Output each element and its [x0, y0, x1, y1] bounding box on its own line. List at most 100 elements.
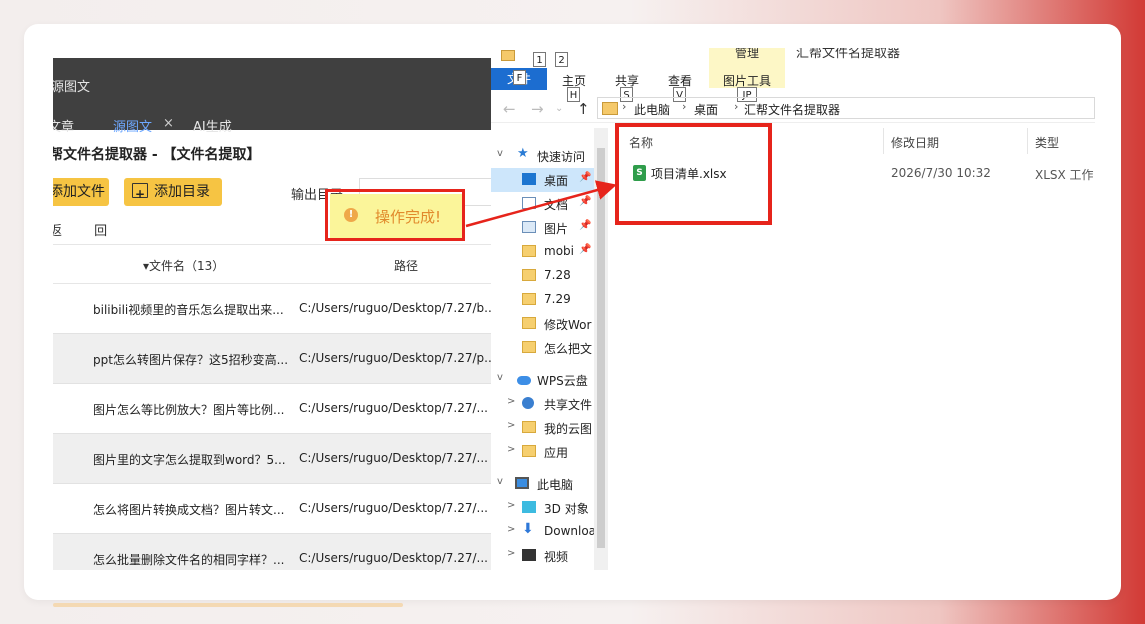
tab-ai-generate[interactable]: AI生成 [193, 116, 232, 135]
window-title: 汇帮文件名提取器 [796, 48, 901, 61]
keytip-f: F [513, 70, 526, 85]
row-path: C:/Users/ruguo/Desktop/7.27/... [299, 451, 488, 465]
chevron-right-icon[interactable]: > [507, 524, 515, 535]
tree-item-3d-objects[interactable]: >3D 对象 [491, 496, 594, 520]
breadcrumb-this-pc[interactable]: 此电脑 [634, 101, 670, 118]
tree-label: mobi [544, 244, 574, 258]
tree-label: 视频 [544, 550, 569, 564]
tree-item-documents[interactable]: 文档 📌 [491, 192, 594, 216]
column-filename[interactable]: ▾文件名（13） [143, 257, 224, 274]
tree-item-mobi[interactable]: mobi 📌 [491, 240, 594, 264]
tree-item-desktop[interactable]: 桌面 📌 [491, 168, 594, 192]
folder-icon [522, 317, 536, 329]
tree-label: WPS云盘 [537, 374, 588, 388]
file-date: 2026/7/30 10:32 [891, 166, 991, 180]
row-filename: ppt怎么转图片保存？这5招秒变高... [93, 353, 289, 367]
success-toast: ! 操作完成! [330, 194, 462, 238]
row-path: C:/Users/ruguo/Desktop/7.27/... [299, 501, 488, 515]
tab-close-icon[interactable]: × [163, 116, 174, 131]
add-file-label: 添加文件 [53, 184, 105, 200]
chevron-right-icon[interactable]: > [507, 444, 515, 455]
column-path[interactable]: 路径 [394, 257, 418, 274]
chevron-right-icon[interactable]: > [507, 420, 515, 431]
tree-item-728[interactable]: 7.28 [491, 264, 594, 288]
up-arrow-icon[interactable]: ↑ [577, 100, 590, 118]
app-top-text: 源图文 [53, 80, 91, 95]
folder-icon [522, 445, 536, 457]
chevron-right-icon[interactable]: > [507, 548, 515, 559]
desktop-icon [522, 173, 536, 185]
recent-chevron-icon[interactable]: ⌄ [555, 103, 563, 114]
add-directory-button[interactable]: 添加目录 [124, 178, 222, 208]
video-icon [522, 549, 536, 561]
folder-icon [522, 341, 536, 353]
cube-icon [522, 501, 536, 513]
column-date-modified[interactable]: 修改日期 [891, 134, 939, 151]
chevron-down-icon[interactable]: v [497, 476, 503, 487]
row-path: C:/Users/ruguo/Desktop/7.27/... [299, 551, 488, 565]
row-filename: 图片怎么等比例放大？图片等比例... [93, 403, 285, 417]
download-icon: ⬇ [522, 521, 534, 537]
chevron-right-icon[interactable]: > [507, 500, 515, 511]
tree-label: 怎么把文 [544, 342, 593, 356]
chevron-right-icon[interactable]: > [507, 396, 515, 407]
tab-article[interactable]: 文章 [53, 116, 74, 135]
table-row[interactable]: bilibili视频里的音乐怎么提取出来... C:/Users/ruguo/D… [53, 284, 491, 334]
ribbon-manage-group[interactable]: 管理 图片工具 [709, 48, 785, 88]
table-row[interactable]: 图片怎么等比例放大？图片等比例... C:/Users/ruguo/Deskto… [53, 384, 491, 434]
back-link[interactable]: 返 回 [53, 220, 121, 239]
chevron-down-icon[interactable]: v [497, 372, 503, 383]
tree-item-how-to[interactable]: 怎么把文 [491, 336, 594, 360]
tab-source-graphic[interactable]: 源图文 [113, 116, 152, 135]
tree-item-pictures[interactable]: 图片 📌 [491, 216, 594, 240]
tree-label: 3D 对象 [544, 502, 589, 516]
tree-label: 桌面 [544, 174, 569, 188]
table-row[interactable]: 图片里的文字怎么提取到word？5... C:/Users/ruguo/Desk… [53, 434, 491, 484]
forward-arrow-icon[interactable]: → [531, 100, 544, 118]
back-arrow-icon[interactable]: ← [503, 100, 516, 118]
address-bar[interactable]: › 此电脑 › 桌面 › 汇帮文件名提取器 [597, 97, 1095, 119]
address-row: ← → ⌄ ↑ › 此电脑 › 桌面 › 汇帮文件名提取器 [491, 96, 1095, 123]
pin-icon: 📌 [579, 196, 592, 207]
folder-icon [522, 421, 536, 433]
tree-item-this-pc[interactable]: v 此电脑 [491, 472, 594, 496]
tree-item-shared-files[interactable]: > 共享文件 [491, 392, 594, 416]
tree-label: 图片 [544, 222, 569, 236]
folder-icon [522, 269, 536, 281]
add-file-button[interactable]: 添加文件 [53, 178, 109, 206]
tree-label: 应用 [544, 446, 569, 460]
tree-item-apps[interactable]: > 应用 [491, 440, 594, 464]
tree-label: 7.29 [544, 292, 571, 306]
manage-label: 管理 [735, 48, 760, 60]
file-type: XLSX 工作 [1035, 168, 1094, 182]
breadcrumb-desktop[interactable]: 桌面 [694, 101, 718, 118]
column-divider[interactable] [1027, 128, 1028, 154]
tree-item-729[interactable]: 7.29 [491, 288, 594, 312]
tree-item-downloads[interactable]: > ⬇ Downloa [491, 520, 594, 544]
table-row[interactable]: 怎么将图片转换成文档？图片转文... C:/Users/ruguo/Deskto… [53, 484, 491, 534]
tree-item-videos[interactable]: > 视频 [491, 544, 594, 568]
breadcrumb-chevron-icon: › [622, 100, 627, 113]
quick-access-folder-icon[interactable] [501, 50, 515, 61]
share-icon [522, 397, 534, 409]
tree-scrollbar[interactable] [594, 128, 608, 570]
column-type[interactable]: 类型 [1035, 134, 1059, 151]
scrollbar-thumb[interactable] [597, 148, 605, 548]
row-path: C:/Users/ruguo/Desktop/7.27/p... [299, 351, 491, 365]
tree-item-quick-access[interactable]: v ★ 快速访问 [491, 144, 594, 168]
chevron-down-icon[interactable]: v [497, 148, 503, 159]
keytip-1: 1 [533, 52, 546, 67]
pin-icon: 📌 [579, 244, 592, 255]
table-row[interactable]: ppt怎么转图片保存？这5招秒变高... C:/Users/ruguo/Desk… [53, 334, 491, 384]
table-header: ▾文件名（13） 路径 [53, 244, 491, 284]
tree-item-wps-cloud[interactable]: v WPS云盘 [491, 368, 594, 392]
tree-item-modify-word[interactable]: 修改Wor [491, 312, 594, 336]
column-divider[interactable] [883, 128, 884, 154]
tree-item-my-cloud[interactable]: > 我的云图 [491, 416, 594, 440]
tree-label: 7.28 [544, 268, 571, 282]
file-highlight-box [615, 123, 772, 225]
breadcrumb-current-folder[interactable]: 汇帮文件名提取器 [744, 101, 840, 118]
pin-icon: 📌 [579, 220, 592, 231]
breadcrumb-chevron-icon: › [734, 100, 739, 113]
table-row[interactable]: 怎么批量删除文件名的相同字样？... C:/Users/ruguo/Deskto… [53, 534, 491, 570]
